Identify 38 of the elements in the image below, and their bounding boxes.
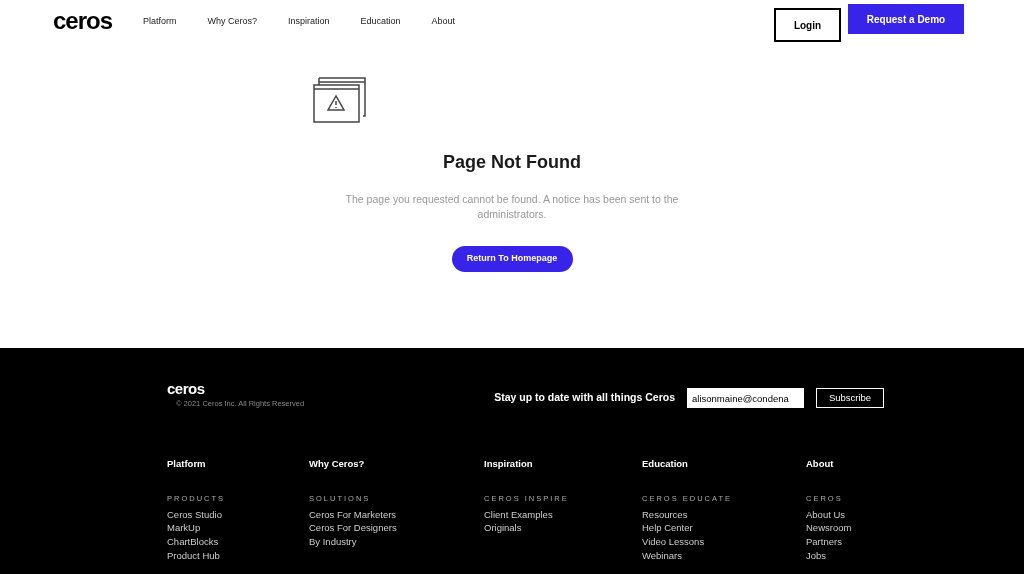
footer-link[interactable]: Ceros For Designers [309,521,484,536]
footer-link[interactable]: Partners [806,535,886,549]
footer-link[interactable]: Newsroom [806,521,886,536]
login-button[interactable]: Login [774,8,841,42]
return-homepage-button[interactable]: Return To Homepage [451,246,573,272]
page-title: Page Not Found [443,151,581,174]
footer-heading: Education [642,457,689,472]
nav-link[interactable]: Why Ceros? [207,15,258,29]
nav-link[interactable]: Education [360,15,401,29]
footer-link[interactable]: About Us [806,507,886,522]
newsletter-label: Stay up to date with all things Ceros [494,390,675,406]
footer-link[interactable]: ChartBlocks [167,535,309,549]
footer-link[interactable]: By Industry [309,535,484,549]
nav-link[interactable]: Inspiration [288,15,330,29]
email-field[interactable]: alisonmaine@condena [687,388,804,408]
footer-heading: Why Ceros? [309,457,366,472]
footer-link[interactable]: Product Hub [167,548,309,563]
footer-heading: Inspiration [484,457,534,472]
nav-link[interactable]: Platform [143,15,177,29]
footer-link[interactable]: Webinars [642,548,806,563]
nav-link[interactable]: About [431,15,456,29]
footer-link[interactable]: Ceros Studio [167,507,309,522]
error-message: The page you requested cannot be found. A notice has been sent to the administrators. [344,192,680,222]
footer-link[interactable]: Client Examples [484,507,642,522]
footer-link[interactable]: Video Lessons [642,535,806,549]
footer-link[interactable]: Jobs [806,548,886,563]
footer-heading: About [806,457,835,472]
footer-link[interactable]: Resources [642,507,806,522]
footer-heading: Platform [167,457,207,472]
footer-link[interactable]: Originals [484,521,642,536]
request-demo-button[interactable]: Request a Demo [848,4,964,34]
footer-link[interactable]: MarkUp [167,521,309,536]
footer-logo[interactable]: ceros [167,381,305,396]
subscribe-button[interactable]: Subscribe [816,388,884,408]
browser-warning-icon [312,77,367,123]
footer-link[interactable]: Help Center [642,521,806,536]
logo[interactable]: ceros [53,9,119,33]
footer-link[interactable]: Ceros For Marketers [309,507,484,522]
